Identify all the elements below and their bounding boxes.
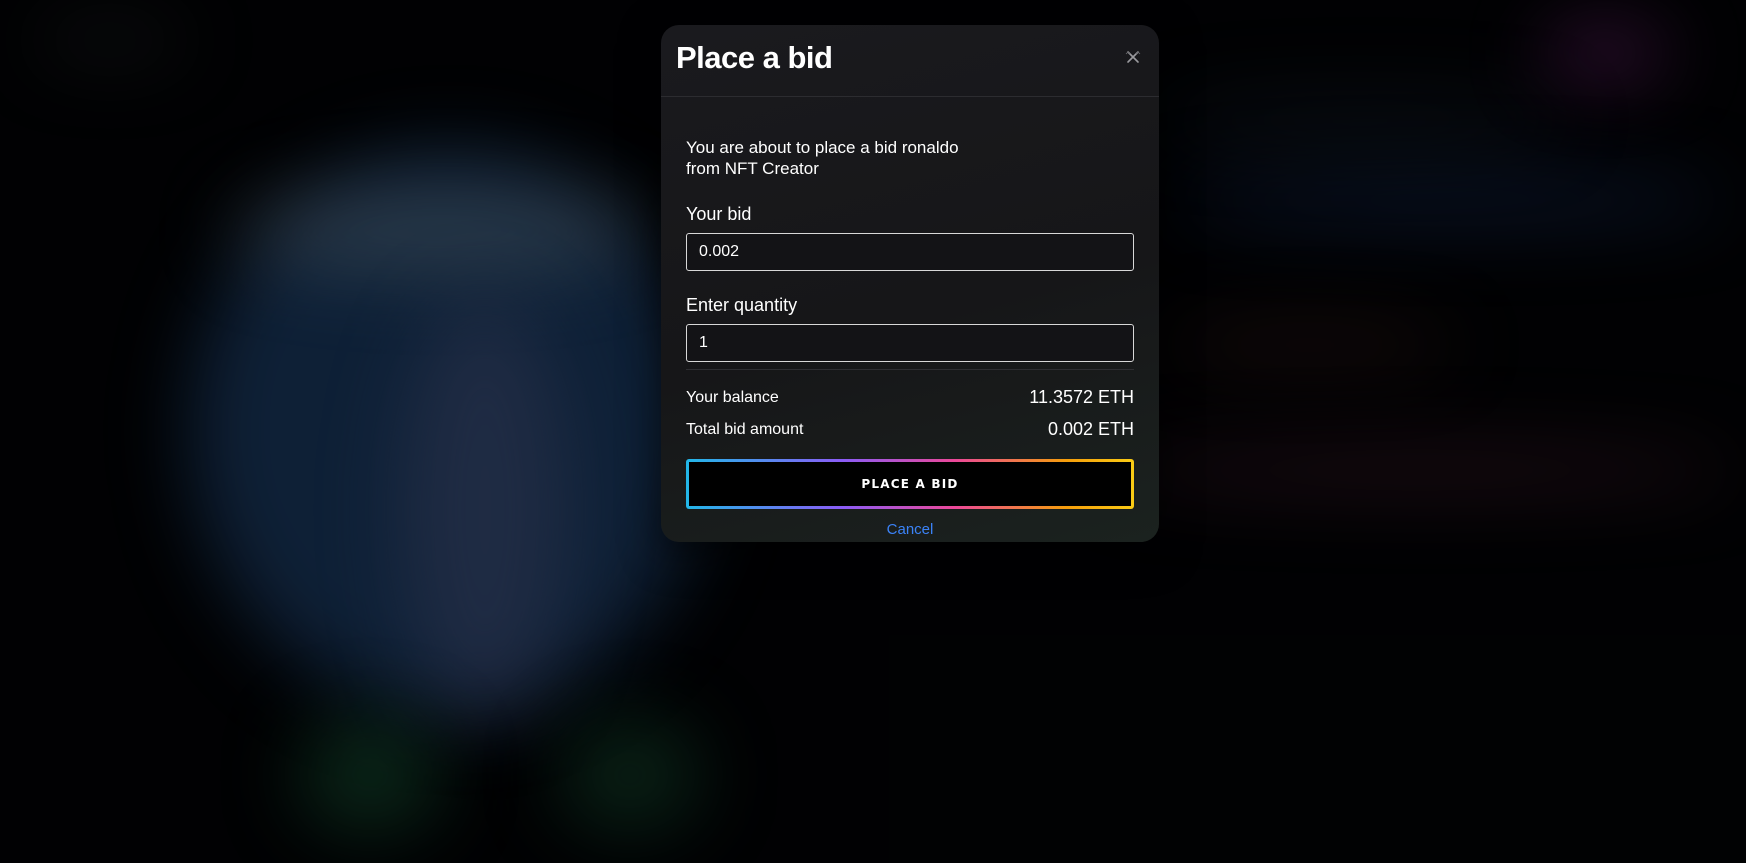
intro-line-2: from NFT Creator bbox=[686, 159, 819, 178]
close-icon bbox=[1125, 51, 1141, 63]
place-bid-modal: Place a bid You are about to place a bid… bbox=[661, 25, 1159, 542]
divider bbox=[686, 369, 1134, 370]
place-bid-button-label: PLACE A BID bbox=[689, 462, 1131, 506]
your-bid-label: Your bid bbox=[686, 204, 752, 224]
total-bid-label: Total bid amount bbox=[686, 421, 804, 438]
intro-line-1: You are about to place a bid ronaldo bbox=[686, 138, 959, 157]
quantity-input[interactable] bbox=[686, 324, 1134, 362]
balance-label: Your balance bbox=[686, 389, 779, 406]
place-bid-button[interactable]: PLACE A BID bbox=[686, 459, 1134, 509]
bid-intro-text: You are about to place a bid ronaldo fro… bbox=[686, 137, 1006, 179]
modal-header: Place a bid bbox=[661, 25, 1159, 97]
total-bid-value: 0.002 ETH bbox=[1047, 419, 1134, 439]
cancel-link[interactable]: Cancel bbox=[686, 521, 1134, 538]
close-button[interactable] bbox=[1123, 47, 1143, 67]
balance-value: 11.3572 ETH bbox=[1029, 387, 1134, 407]
bid-amount-input[interactable] bbox=[686, 233, 1134, 271]
quantity-label: Enter quantity bbox=[686, 295, 798, 315]
modal-title: Place a bid bbox=[676, 40, 833, 75]
